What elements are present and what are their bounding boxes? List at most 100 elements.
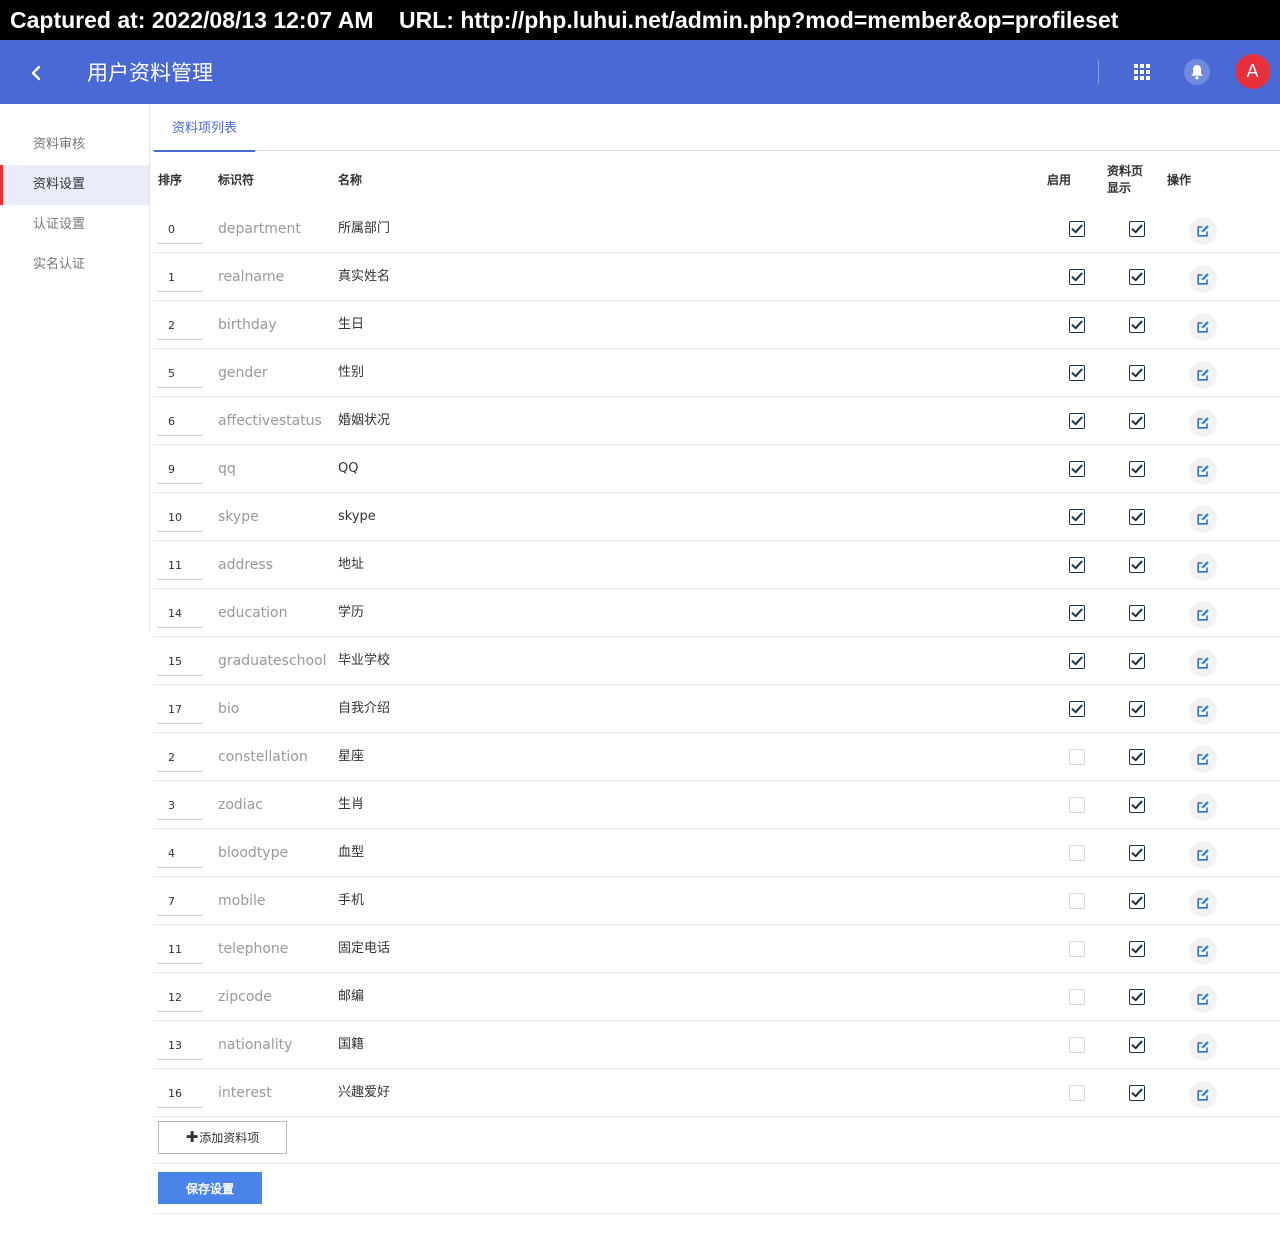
- enable-checkbox[interactable]: [1069, 317, 1085, 333]
- sidebar-item-verification-settings[interactable]: 认证设置: [0, 205, 149, 245]
- identifier-text: skype: [218, 509, 259, 525]
- enable-checkbox[interactable]: [1069, 797, 1085, 813]
- order-input[interactable]: [158, 647, 202, 676]
- order-input[interactable]: [158, 743, 202, 772]
- profile-display-checkbox[interactable]: [1129, 605, 1145, 621]
- profile-display-checkbox[interactable]: [1129, 509, 1145, 525]
- edit-button[interactable]: [1189, 793, 1217, 821]
- enable-checkbox[interactable]: [1069, 221, 1085, 237]
- edit-button[interactable]: [1189, 985, 1217, 1013]
- edit-button[interactable]: [1189, 505, 1217, 533]
- edit-button[interactable]: [1189, 1081, 1217, 1109]
- add-profile-item-button[interactable]: ✚添加资料项: [158, 1121, 287, 1154]
- profile-display-checkbox[interactable]: [1129, 269, 1145, 285]
- enable-checkbox[interactable]: [1069, 893, 1085, 909]
- order-input[interactable]: [158, 599, 202, 628]
- order-input[interactable]: [158, 1031, 202, 1060]
- edit-button[interactable]: [1189, 649, 1217, 677]
- profile-display-checkbox[interactable]: [1129, 1037, 1145, 1053]
- order-input[interactable]: [158, 983, 202, 1012]
- order-input[interactable]: [158, 215, 202, 244]
- edit-button[interactable]: [1189, 265, 1217, 293]
- edit-button[interactable]: [1189, 1033, 1217, 1061]
- sidebar-item-profile-review[interactable]: 资料审核: [0, 125, 149, 165]
- profile-display-checkbox[interactable]: [1129, 941, 1145, 957]
- order-input[interactable]: [158, 455, 202, 484]
- enable-checkbox[interactable]: [1069, 605, 1085, 621]
- bell-icon: [1191, 65, 1203, 80]
- order-input[interactable]: [158, 407, 202, 436]
- order-input[interactable]: [158, 839, 202, 868]
- edit-button[interactable]: [1189, 409, 1217, 437]
- edit-button[interactable]: [1189, 313, 1217, 341]
- edit-button[interactable]: [1189, 457, 1217, 485]
- identifier-text: zodiac: [218, 797, 263, 813]
- column-header-profile-display: 资料页 显示: [1107, 155, 1143, 205]
- enable-checkbox[interactable]: [1069, 701, 1085, 717]
- order-input[interactable]: [158, 887, 202, 916]
- profile-display-checkbox[interactable]: [1129, 365, 1145, 381]
- table-row: telephone 固定电话: [154, 925, 1280, 973]
- table-row: constellation 星座: [154, 733, 1280, 781]
- profile-display-checkbox[interactable]: [1129, 461, 1145, 477]
- user-avatar[interactable]: A: [1235, 54, 1270, 89]
- back-button[interactable]: [24, 60, 50, 86]
- order-input[interactable]: [158, 935, 202, 964]
- notifications-button[interactable]: [1184, 59, 1210, 85]
- profile-display-checkbox[interactable]: [1129, 317, 1145, 333]
- enable-checkbox[interactable]: [1069, 557, 1085, 573]
- checkmark-icon: [1131, 896, 1143, 906]
- tab-profile-item-list[interactable]: 资料项列表: [154, 104, 255, 152]
- edit-icon: [1197, 897, 1209, 909]
- enable-checkbox[interactable]: [1069, 269, 1085, 285]
- edit-button[interactable]: [1189, 697, 1217, 725]
- order-input[interactable]: [158, 311, 202, 340]
- enable-checkbox[interactable]: [1069, 749, 1085, 765]
- profile-display-checkbox[interactable]: [1129, 989, 1145, 1005]
- order-input[interactable]: [158, 1079, 202, 1108]
- column-header-actions: 操作: [1167, 173, 1192, 187]
- checkmark-icon: [1071, 320, 1083, 330]
- profile-display-checkbox[interactable]: [1129, 749, 1145, 765]
- profile-display-checkbox[interactable]: [1129, 1085, 1145, 1101]
- profile-display-checkbox[interactable]: [1129, 557, 1145, 573]
- edit-icon: [1197, 225, 1209, 237]
- edit-button[interactable]: [1189, 841, 1217, 869]
- enable-checkbox[interactable]: [1069, 989, 1085, 1005]
- order-input[interactable]: [158, 263, 202, 292]
- edit-button[interactable]: [1189, 937, 1217, 965]
- profile-display-checkbox[interactable]: [1129, 845, 1145, 861]
- edit-button[interactable]: [1189, 361, 1217, 389]
- order-input[interactable]: [158, 551, 202, 580]
- edit-button[interactable]: [1189, 553, 1217, 581]
- profile-display-checkbox[interactable]: [1129, 797, 1145, 813]
- enable-checkbox[interactable]: [1069, 941, 1085, 957]
- enable-checkbox[interactable]: [1069, 413, 1085, 429]
- profile-display-checkbox[interactable]: [1129, 221, 1145, 237]
- profile-display-checkbox[interactable]: [1129, 413, 1145, 429]
- profile-display-checkbox[interactable]: [1129, 893, 1145, 909]
- enable-checkbox[interactable]: [1069, 653, 1085, 669]
- profile-display-checkbox[interactable]: [1129, 701, 1145, 717]
- order-input[interactable]: [158, 791, 202, 820]
- order-input[interactable]: [158, 359, 202, 388]
- apps-button[interactable]: [1130, 60, 1154, 84]
- enable-checkbox[interactable]: [1069, 1037, 1085, 1053]
- save-settings-button[interactable]: 保存设置: [158, 1172, 262, 1204]
- enable-checkbox[interactable]: [1069, 461, 1085, 477]
- order-input[interactable]: [158, 695, 202, 724]
- table-row: realname 真实姓名: [154, 253, 1280, 301]
- enable-checkbox[interactable]: [1069, 845, 1085, 861]
- profile-display-checkbox[interactable]: [1129, 653, 1145, 669]
- enable-checkbox[interactable]: [1069, 365, 1085, 381]
- enable-checkbox[interactable]: [1069, 1085, 1085, 1101]
- sidebar-item-realname-verification[interactable]: 实名认证: [0, 245, 149, 285]
- edit-button[interactable]: [1189, 601, 1217, 629]
- edit-button[interactable]: [1189, 889, 1217, 917]
- edit-button[interactable]: [1189, 217, 1217, 245]
- table-row: graduateschool 毕业学校: [154, 637, 1280, 685]
- edit-button[interactable]: [1189, 745, 1217, 773]
- order-input[interactable]: [158, 503, 202, 532]
- enable-checkbox[interactable]: [1069, 509, 1085, 525]
- sidebar-item-profile-settings[interactable]: 资料设置: [0, 165, 149, 205]
